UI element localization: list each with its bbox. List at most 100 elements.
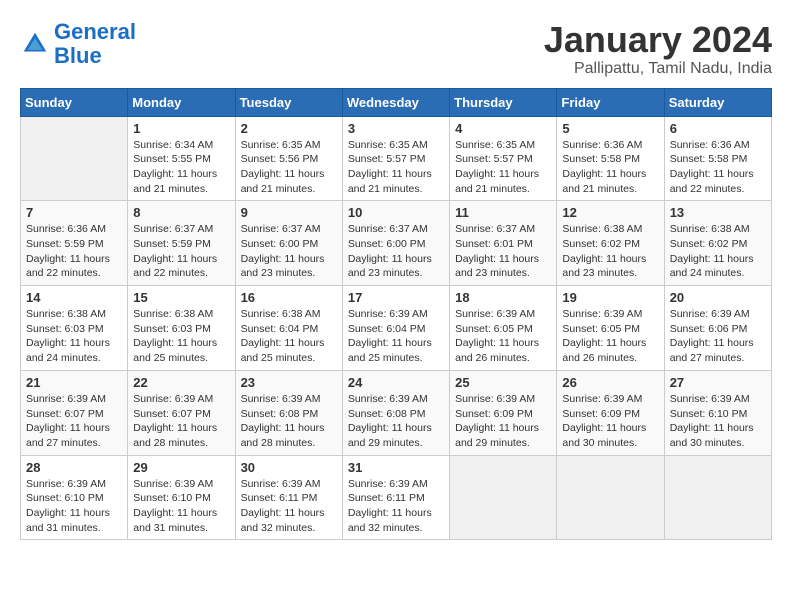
day-cell: 30 Sunrise: 6:39 AMSunset: 6:11 PMDayligh…: [235, 455, 342, 540]
day-cell: 23Sunrise: 6:39 AMSunset: 6:08 PMDayligh…: [235, 370, 342, 455]
day-number: 8: [133, 205, 229, 220]
day-number: 25: [455, 375, 551, 390]
day-info: Sunrise: 6:39 AMSunset: 6:07 PMDaylight:…: [26, 393, 110, 449]
day-number: 21: [26, 375, 122, 390]
day-cell: [664, 455, 771, 540]
day-info: Sunrise: 6:38 AMSunset: 6:03 PMDaylight:…: [26, 308, 110, 364]
day-cell: 6Sunrise: 6:36 AMSunset: 5:58 PMDaylight…: [664, 116, 771, 201]
day-number: 23: [241, 375, 337, 390]
day-number: 19: [562, 290, 658, 305]
day-cell: [21, 116, 128, 201]
day-cell: 16Sunrise: 6:38 AMSunset: 6:04 PMDayligh…: [235, 286, 342, 371]
day-number: 30: [241, 460, 337, 475]
day-number: 22: [133, 375, 229, 390]
location: Pallipattu, Tamil Nadu, India: [544, 60, 772, 78]
day-number: 28: [26, 460, 122, 475]
day-number: 7: [26, 205, 122, 220]
day-cell: 4Sunrise: 6:35 AMSunset: 5:57 PMDaylight…: [450, 116, 557, 201]
logo: General Blue: [20, 20, 136, 68]
day-cell: 1 Sunrise: 6:34 AMSunset: 5:55 PMDaylight…: [128, 116, 235, 201]
day-info: Sunrise: 6:39 AMSunset: 6:08 PMDaylight:…: [348, 393, 432, 449]
title-block: January 2024 Pallipattu, Tamil Nadu, Ind…: [544, 20, 772, 78]
day-info: Sunrise: 6:38 AMSunset: 6:03 PMDaylight:…: [133, 308, 217, 364]
day-info: Sunrise: 6:39 AMSunset: 6:07 PMDaylight:…: [133, 393, 217, 449]
logo-blue: Blue: [54, 43, 102, 68]
day-info: Sunrise: 6:37 AMSunset: 6:00 PMDaylight:…: [348, 223, 432, 279]
day-cell: 25Sunrise: 6:39 AMSunset: 6:09 PMDayligh…: [450, 370, 557, 455]
day-cell: 28 Sunrise: 6:39 AMSunset: 6:10 PMDayligh…: [21, 455, 128, 540]
day-cell: 13Sunrise: 6:38 AMSunset: 6:02 PMDayligh…: [664, 201, 771, 286]
week-row: 14 Sunrise: 6:38 AMSunset: 6:03 PMDayligh…: [21, 286, 772, 371]
day-info: Sunrise: 6:37 AMSunset: 6:01 PMDaylight:…: [455, 223, 539, 279]
day-info: Sunrise: 6:39 AMSunset: 6:06 PMDaylight:…: [670, 308, 754, 364]
day-header-sunday: Sunday: [21, 88, 128, 116]
day-number: 11: [455, 205, 551, 220]
day-header-thursday: Thursday: [450, 88, 557, 116]
logo-general: General: [54, 19, 136, 44]
day-number: 18: [455, 290, 551, 305]
header-row: SundayMondayTuesdayWednesdayThursdayFrid…: [21, 88, 772, 116]
day-cell: 14 Sunrise: 6:38 AMSunset: 6:03 PMDayligh…: [21, 286, 128, 371]
day-cell: 26 Sunrise: 6:39 AMSunset: 6:09 PMDayligh…: [557, 370, 664, 455]
day-number: 3: [348, 121, 444, 136]
day-number: 24: [348, 375, 444, 390]
day-number: 29: [133, 460, 229, 475]
day-number: 15: [133, 290, 229, 305]
day-number: 10: [348, 205, 444, 220]
week-row: 28 Sunrise: 6:39 AMSunset: 6:10 PMDayligh…: [21, 455, 772, 540]
day-cell: 2 Sunrise: 6:35 AMSunset: 5:56 PMDaylight…: [235, 116, 342, 201]
day-number: 20: [670, 290, 766, 305]
page-header: General Blue January 2024 Pallipattu, Ta…: [20, 20, 772, 78]
week-row: 7 Sunrise: 6:36 AMSunset: 5:59 PMDaylight…: [21, 201, 772, 286]
logo-icon: [20, 29, 50, 59]
day-cell: 3 Sunrise: 6:35 AMSunset: 5:57 PMDaylight…: [342, 116, 449, 201]
day-cell: 11 Sunrise: 6:37 AMSunset: 6:01 PMDayligh…: [450, 201, 557, 286]
day-info: Sunrise: 6:39 AMSunset: 6:05 PMDaylight:…: [455, 308, 539, 364]
day-number: 13: [670, 205, 766, 220]
day-header-wednesday: Wednesday: [342, 88, 449, 116]
day-cell: 29 Sunrise: 6:39 AMSunset: 6:10 PMDayligh…: [128, 455, 235, 540]
day-info: Sunrise: 6:37 AMSunset: 5:59 PMDaylight:…: [133, 223, 217, 279]
day-info: Sunrise: 6:34 AMSunset: 5:55 PMDaylight:…: [133, 139, 217, 195]
month-title: January 2024: [544, 20, 772, 60]
day-number: 26: [562, 375, 658, 390]
day-number: 14: [26, 290, 122, 305]
day-info: Sunrise: 6:35 AMSunset: 5:56 PMDaylight:…: [241, 139, 325, 195]
day-header-tuesday: Tuesday: [235, 88, 342, 116]
day-info: Sunrise: 6:39 AMSunset: 6:04 PMDaylight:…: [348, 308, 432, 364]
day-number: 2: [241, 121, 337, 136]
day-cell: 27Sunrise: 6:39 AMSunset: 6:10 PMDayligh…: [664, 370, 771, 455]
day-cell: 22 Sunrise: 6:39 AMSunset: 6:07 PMDayligh…: [128, 370, 235, 455]
day-cell: 9Sunrise: 6:37 AMSunset: 6:00 PMDaylight…: [235, 201, 342, 286]
day-cell: 20 Sunrise: 6:39 AMSunset: 6:06 PMDayligh…: [664, 286, 771, 371]
calendar-table: SundayMondayTuesdayWednesdayThursdayFrid…: [20, 88, 772, 541]
day-number: 12: [562, 205, 658, 220]
day-cell: [557, 455, 664, 540]
day-info: Sunrise: 6:35 AMSunset: 5:57 PMDaylight:…: [348, 139, 432, 195]
week-row: 1 Sunrise: 6:34 AMSunset: 5:55 PMDaylight…: [21, 116, 772, 201]
day-info: Sunrise: 6:39 AMSunset: 6:11 PMDaylight:…: [348, 478, 432, 534]
day-info: Sunrise: 6:39 AMSunset: 6:10 PMDaylight:…: [26, 478, 110, 534]
day-cell: 31 Sunrise: 6:39 AMSunset: 6:11 PMDayligh…: [342, 455, 449, 540]
day-header-saturday: Saturday: [664, 88, 771, 116]
day-cell: 10 Sunrise: 6:37 AMSunset: 6:00 PMDayligh…: [342, 201, 449, 286]
day-cell: 18 Sunrise: 6:39 AMSunset: 6:05 PMDayligh…: [450, 286, 557, 371]
day-number: 5: [562, 121, 658, 136]
day-info: Sunrise: 6:36 AMSunset: 5:58 PMDaylight:…: [562, 139, 646, 195]
day-number: 1: [133, 121, 229, 136]
day-info: Sunrise: 6:36 AMSunset: 5:59 PMDaylight:…: [26, 223, 110, 279]
day-cell: 19Sunrise: 6:39 AMSunset: 6:05 PMDayligh…: [557, 286, 664, 371]
day-header-friday: Friday: [557, 88, 664, 116]
day-cell: 17 Sunrise: 6:39 AMSunset: 6:04 PMDayligh…: [342, 286, 449, 371]
day-info: Sunrise: 6:39 AMSunset: 6:09 PMDaylight:…: [562, 393, 646, 449]
day-info: Sunrise: 6:39 AMSunset: 6:11 PMDaylight:…: [241, 478, 325, 534]
day-header-monday: Monday: [128, 88, 235, 116]
day-number: 16: [241, 290, 337, 305]
day-info: Sunrise: 6:37 AMSunset: 6:00 PMDaylight:…: [241, 223, 325, 279]
day-number: 17: [348, 290, 444, 305]
day-info: Sunrise: 6:39 AMSunset: 6:10 PMDaylight:…: [670, 393, 754, 449]
day-info: Sunrise: 6:39 AMSunset: 6:10 PMDaylight:…: [133, 478, 217, 534]
day-number: 4: [455, 121, 551, 136]
day-cell: 8 Sunrise: 6:37 AMSunset: 5:59 PMDaylight…: [128, 201, 235, 286]
day-number: 31: [348, 460, 444, 475]
